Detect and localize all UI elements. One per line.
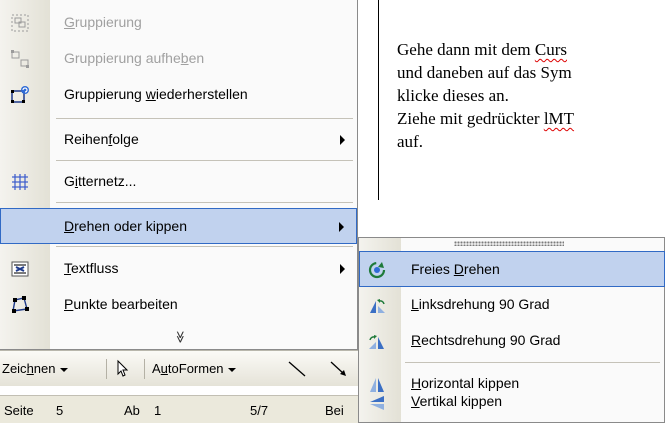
submenu-arrow-icon	[340, 264, 345, 274]
autoshapes-button[interactable]: AutoFormen	[152, 361, 236, 376]
textwrap-icon	[10, 259, 30, 279]
submenu-separator	[405, 362, 660, 363]
dropdown-arrow-icon	[227, 367, 236, 372]
status-section-value: 1	[154, 403, 162, 418]
menu-separator	[56, 202, 353, 203]
draw-menu-button[interactable]: Zeichnen	[2, 361, 68, 376]
menu-item-grid[interactable]: Gitternetz...	[0, 164, 357, 200]
rotate-flip-submenu: Freies Drehen Linksdrehung 90 Grad Recht…	[358, 237, 665, 423]
double-chevron-down-icon: ≫	[173, 330, 188, 344]
menu-item-order[interactable]: Reihenfolge	[0, 122, 357, 158]
status-bar: Seite 5 Ab 1 5/7 Bei	[0, 395, 365, 423]
doc-line: klicke dieses an.	[397, 86, 509, 105]
edit-points-icon	[10, 295, 30, 315]
arrow-icon	[330, 361, 346, 376]
dropdown-arrow-icon	[59, 367, 68, 372]
line-icon	[288, 361, 306, 377]
status-page-label: Seite	[4, 403, 34, 418]
menu-item-ungroup[interactable]: Gruppierung aufheben	[0, 41, 357, 77]
menu-item-regroup[interactable]: Gruppierung wiederherstellen	[0, 77, 357, 113]
submenu-item-flip-vertical[interactable]: Vertikal kippen	[359, 387, 665, 423]
doc-line: Ziehe mit gedrückter lMT	[397, 109, 575, 128]
doc-line: Gehe dann mit dem Curs	[397, 40, 567, 59]
submenu-arrow-icon	[339, 222, 344, 232]
group-icon	[10, 13, 30, 33]
submenu-arrow-icon	[340, 135, 345, 145]
status-page-fraction: 5/7	[250, 403, 269, 418]
menu-item-group[interactable]: Gruppierung	[0, 5, 357, 41]
menu-separator	[56, 160, 353, 161]
menu-item-rotate-flip[interactable]: Drehen oder kippen	[0, 208, 357, 244]
grid-icon	[10, 172, 30, 192]
tear-off-grip[interactable]	[454, 241, 564, 246]
rotate-right-icon	[367, 332, 387, 352]
status-page-value: 5	[56, 403, 64, 418]
submenu-item-rotate-left[interactable]: Linksdrehung 90 Grad	[359, 287, 665, 323]
pointer-icon	[117, 359, 129, 377]
menu-separator	[56, 118, 353, 119]
margin-line	[378, 0, 379, 200]
status-position-label: Bei	[325, 403, 344, 418]
doc-line: auf.	[397, 132, 423, 151]
select-objects-button[interactable]	[112, 358, 132, 381]
flip-vertical-icon	[367, 393, 387, 413]
submenu-item-free-rotate[interactable]: Freies Drehen	[359, 251, 665, 287]
context-menu: Gruppierung Gruppierung aufheben Gruppie…	[0, 0, 358, 350]
doc-line: und daneben auf das Sym	[397, 63, 572, 82]
arrow-tool-button[interactable]	[328, 359, 350, 382]
toolbar-separator	[144, 359, 145, 379]
status-section-label: Ab	[124, 403, 140, 418]
rotate-left-icon	[367, 296, 387, 316]
toolbar-separator	[106, 359, 107, 379]
menu-item-textwrap[interactable]: Textfluss	[0, 251, 357, 287]
regroup-icon	[10, 85, 30, 105]
menu-separator	[56, 246, 353, 247]
line-tool-button[interactable]	[286, 359, 308, 382]
submenu-item-rotate-right[interactable]: Rechtsdrehung 90 Grad	[359, 323, 665, 359]
menu-expand-button[interactable]: ≫	[0, 330, 357, 350]
free-rotate-icon	[367, 260, 387, 280]
drawing-toolbar: Zeichnen AutoFormen	[0, 350, 358, 386]
ungroup-icon	[10, 49, 30, 69]
menu-item-edit-points[interactable]: Punkte bearbeiten	[0, 287, 357, 323]
